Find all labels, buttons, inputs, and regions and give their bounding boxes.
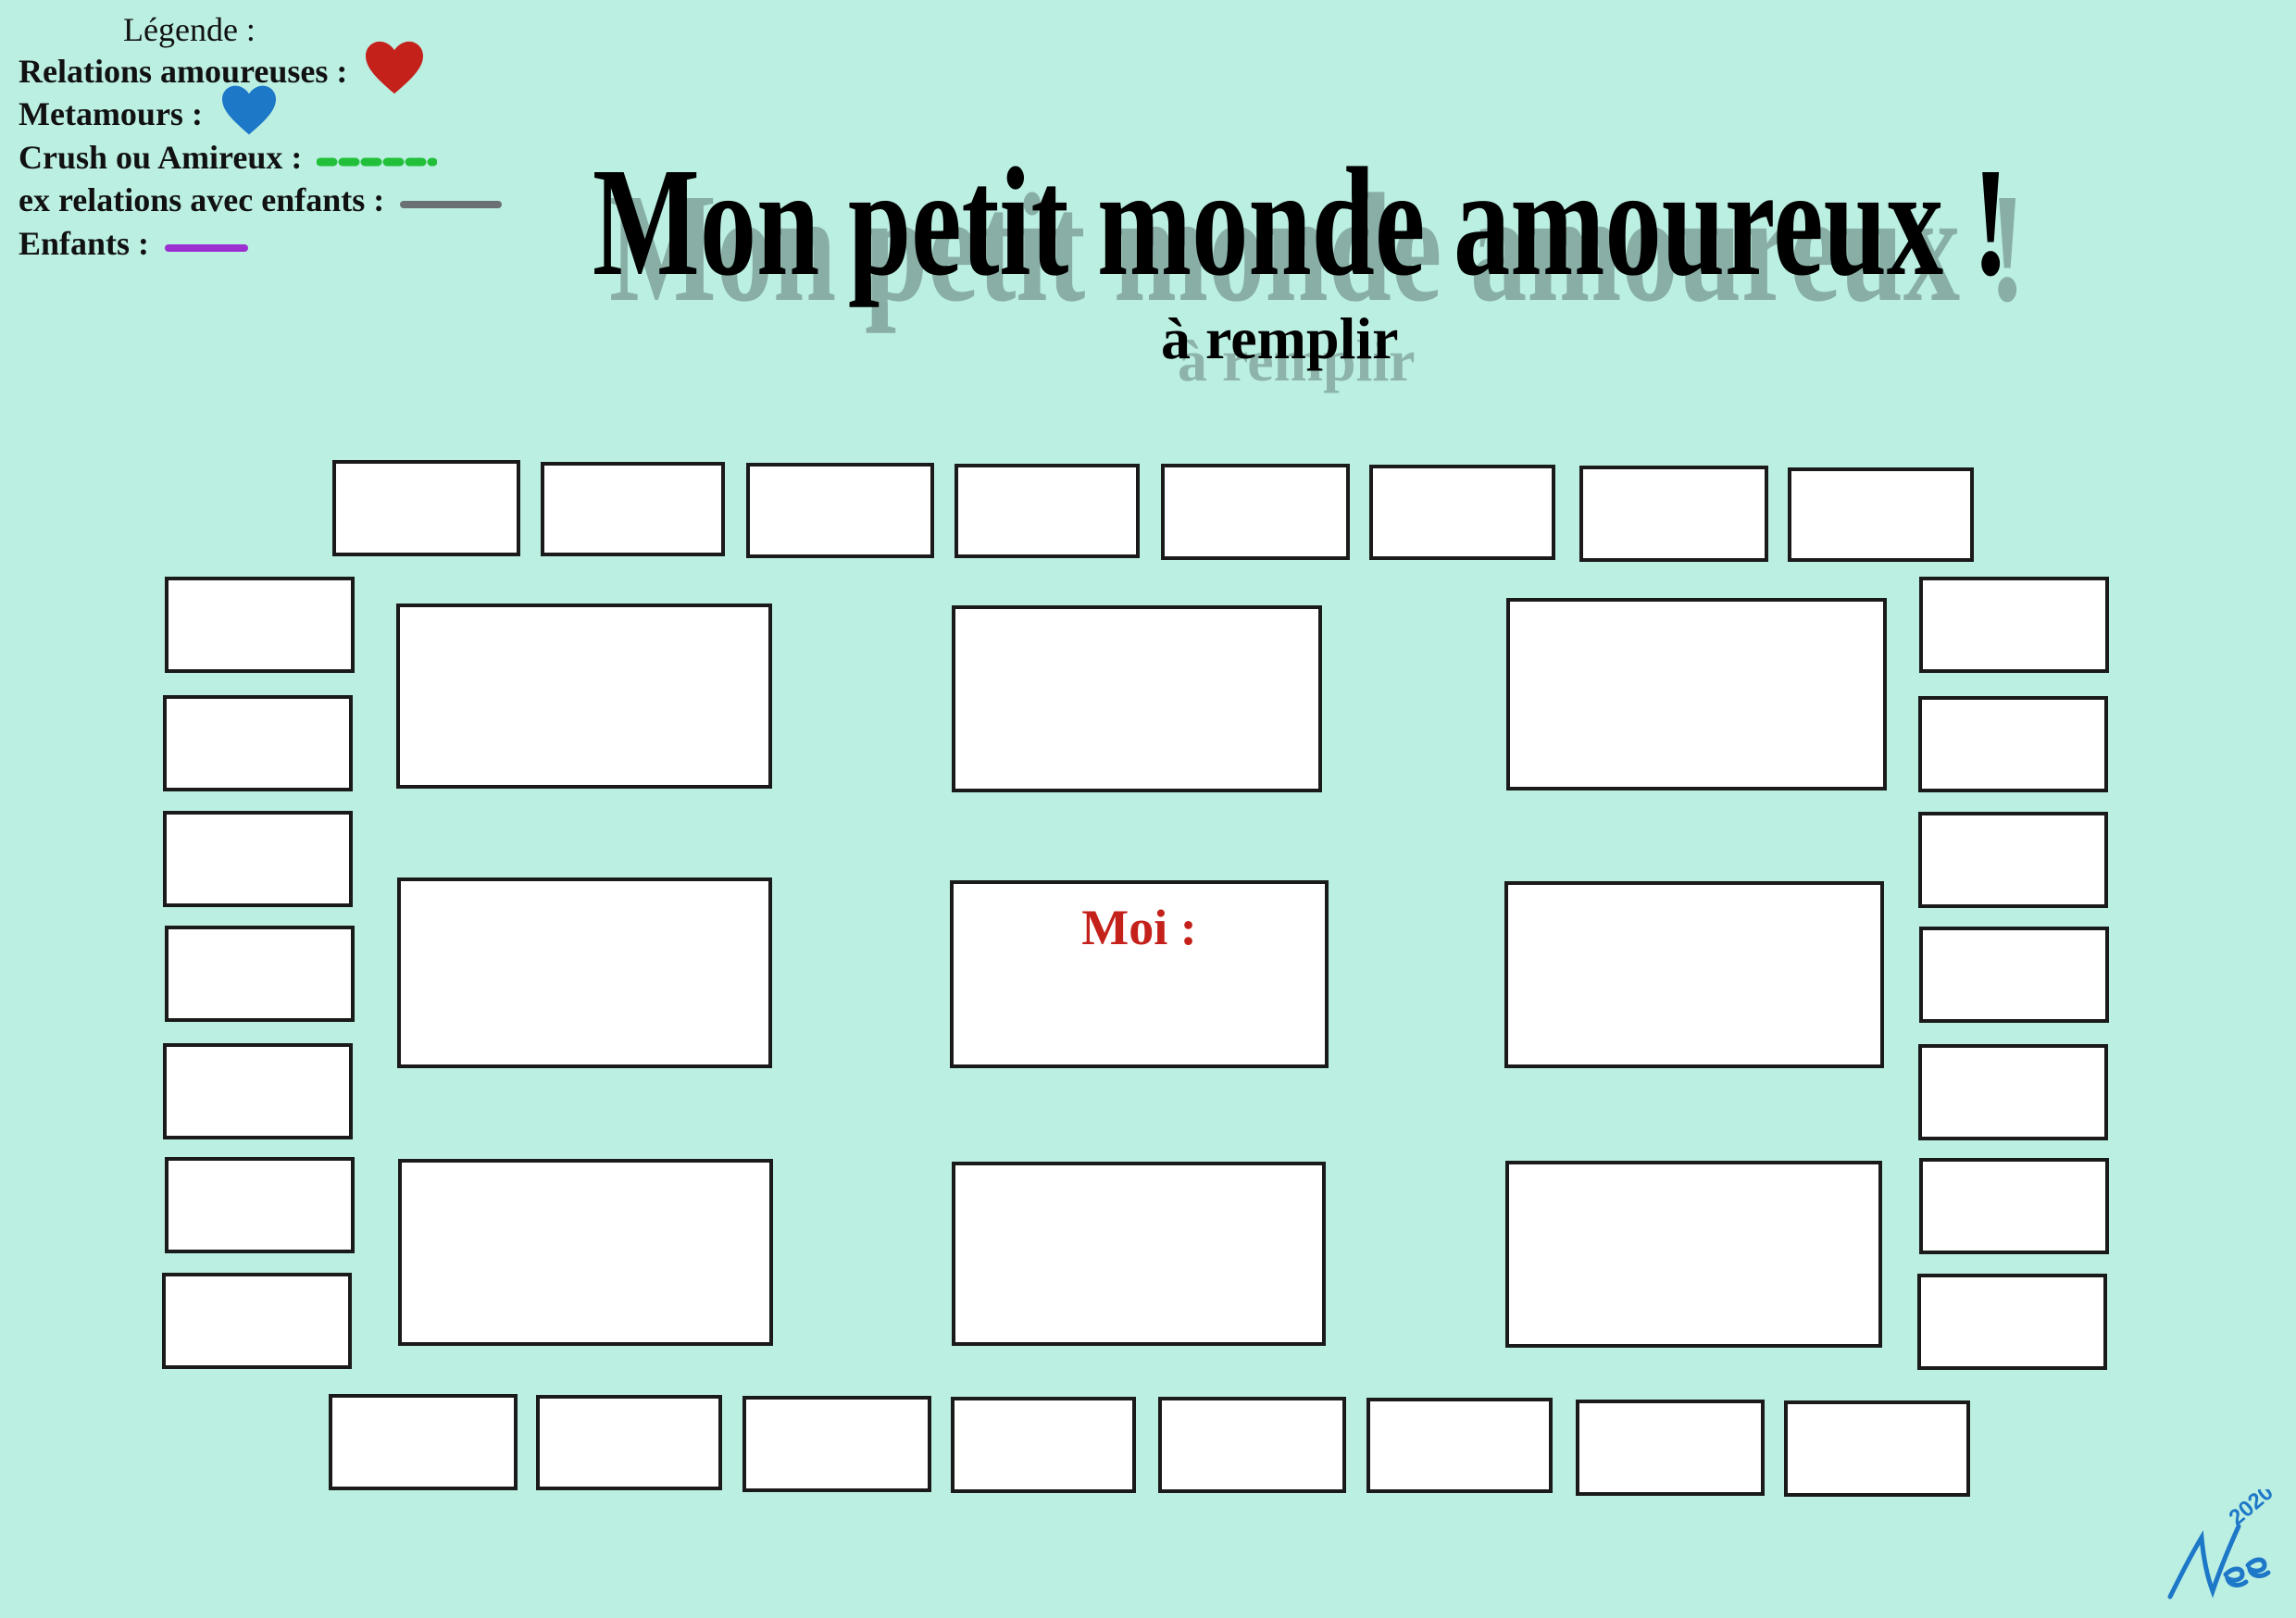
right-box-1[interactable] bbox=[1919, 577, 2109, 673]
right-box-3[interactable] bbox=[1918, 812, 2108, 908]
legend-label-enfants: Enfants : bbox=[19, 225, 150, 262]
large-box-middle-left[interactable] bbox=[397, 877, 772, 1068]
bottom-box-8[interactable] bbox=[1784, 1400, 1970, 1497]
right-box-6[interactable] bbox=[1919, 1158, 2109, 1254]
gray-line-icon bbox=[399, 180, 503, 219]
svg-text:2020: 2020 bbox=[2225, 1489, 2278, 1531]
page-title: Mon petit monde amoureux ! Mon petit mon… bbox=[593, 130, 2166, 334]
top-box-8[interactable] bbox=[1788, 467, 1974, 562]
page-subtitle-text: à remplir bbox=[1161, 305, 1399, 371]
green-dashed-line-icon bbox=[316, 138, 438, 177]
bottom-box-2[interactable] bbox=[536, 1395, 722, 1490]
left-box-1[interactable] bbox=[165, 577, 355, 673]
signature-icon: 2020 bbox=[2167, 1480, 2278, 1599]
top-box-2[interactable] bbox=[541, 462, 725, 556]
large-box-middle-right[interactable] bbox=[1504, 881, 1884, 1068]
right-box-5[interactable] bbox=[1918, 1044, 2108, 1140]
top-box-7[interactable] bbox=[1579, 466, 1768, 562]
bottom-box-6[interactable] bbox=[1366, 1398, 1553, 1493]
bottom-box-7[interactable] bbox=[1576, 1400, 1765, 1496]
legend-title: Légende : bbox=[123, 11, 256, 48]
legend-row-metamours: Metamours : bbox=[19, 85, 281, 135]
large-box-top-left[interactable] bbox=[396, 604, 772, 789]
bottom-box-3[interactable] bbox=[742, 1396, 931, 1492]
left-box-7[interactable] bbox=[162, 1273, 352, 1369]
left-box-6[interactable] bbox=[165, 1157, 355, 1253]
top-box-3[interactable] bbox=[746, 463, 934, 558]
top-box-1[interactable] bbox=[332, 460, 520, 556]
red-heart-icon bbox=[362, 39, 427, 105]
top-box-4[interactable] bbox=[955, 464, 1140, 558]
page-subtitle: à remplir à remplir bbox=[1161, 302, 1531, 393]
bottom-box-5[interactable] bbox=[1158, 1397, 1346, 1493]
legend-label-crush: Crush ou Amireux : bbox=[19, 139, 303, 176]
left-box-5[interactable] bbox=[163, 1043, 353, 1139]
top-box-5[interactable] bbox=[1161, 464, 1350, 560]
large-box-bottom-center[interactable] bbox=[952, 1162, 1326, 1346]
right-box-4[interactable] bbox=[1919, 927, 2109, 1023]
right-box-7[interactable] bbox=[1917, 1274, 2107, 1370]
bottom-box-4[interactable] bbox=[951, 1397, 1136, 1493]
moi-label: Moi : bbox=[1081, 900, 1197, 955]
page-title-text: Mon petit monde amoureux ! bbox=[593, 136, 2010, 308]
legend-row-ex-relations: ex relations avec enfants : bbox=[19, 179, 503, 221]
center-box-moi[interactable]: Moi : bbox=[950, 880, 1329, 1068]
left-box-2[interactable] bbox=[163, 695, 353, 791]
legend-label-ex-relations: ex relations avec enfants : bbox=[19, 181, 385, 218]
top-box-6[interactable] bbox=[1369, 465, 1555, 560]
large-box-top-center[interactable] bbox=[952, 605, 1322, 792]
purple-line-icon bbox=[164, 224, 249, 263]
right-box-2[interactable] bbox=[1918, 696, 2108, 792]
legend-row-enfants: Enfants : bbox=[19, 222, 249, 265]
left-box-3[interactable] bbox=[163, 811, 353, 907]
legend-label-relations: Relations amoureuses : bbox=[19, 53, 348, 90]
legend-row-crush: Crush ou Amireux : bbox=[19, 136, 438, 179]
large-box-bottom-right[interactable] bbox=[1505, 1161, 1882, 1348]
signature-logo: 2020 bbox=[2159, 1480, 2279, 1614]
left-box-4[interactable] bbox=[165, 926, 355, 1022]
large-box-top-right[interactable] bbox=[1506, 598, 1887, 790]
bottom-box-1[interactable] bbox=[329, 1394, 518, 1490]
large-box-bottom-left[interactable] bbox=[398, 1159, 773, 1346]
legend-label-metamours: Metamours : bbox=[19, 95, 203, 132]
